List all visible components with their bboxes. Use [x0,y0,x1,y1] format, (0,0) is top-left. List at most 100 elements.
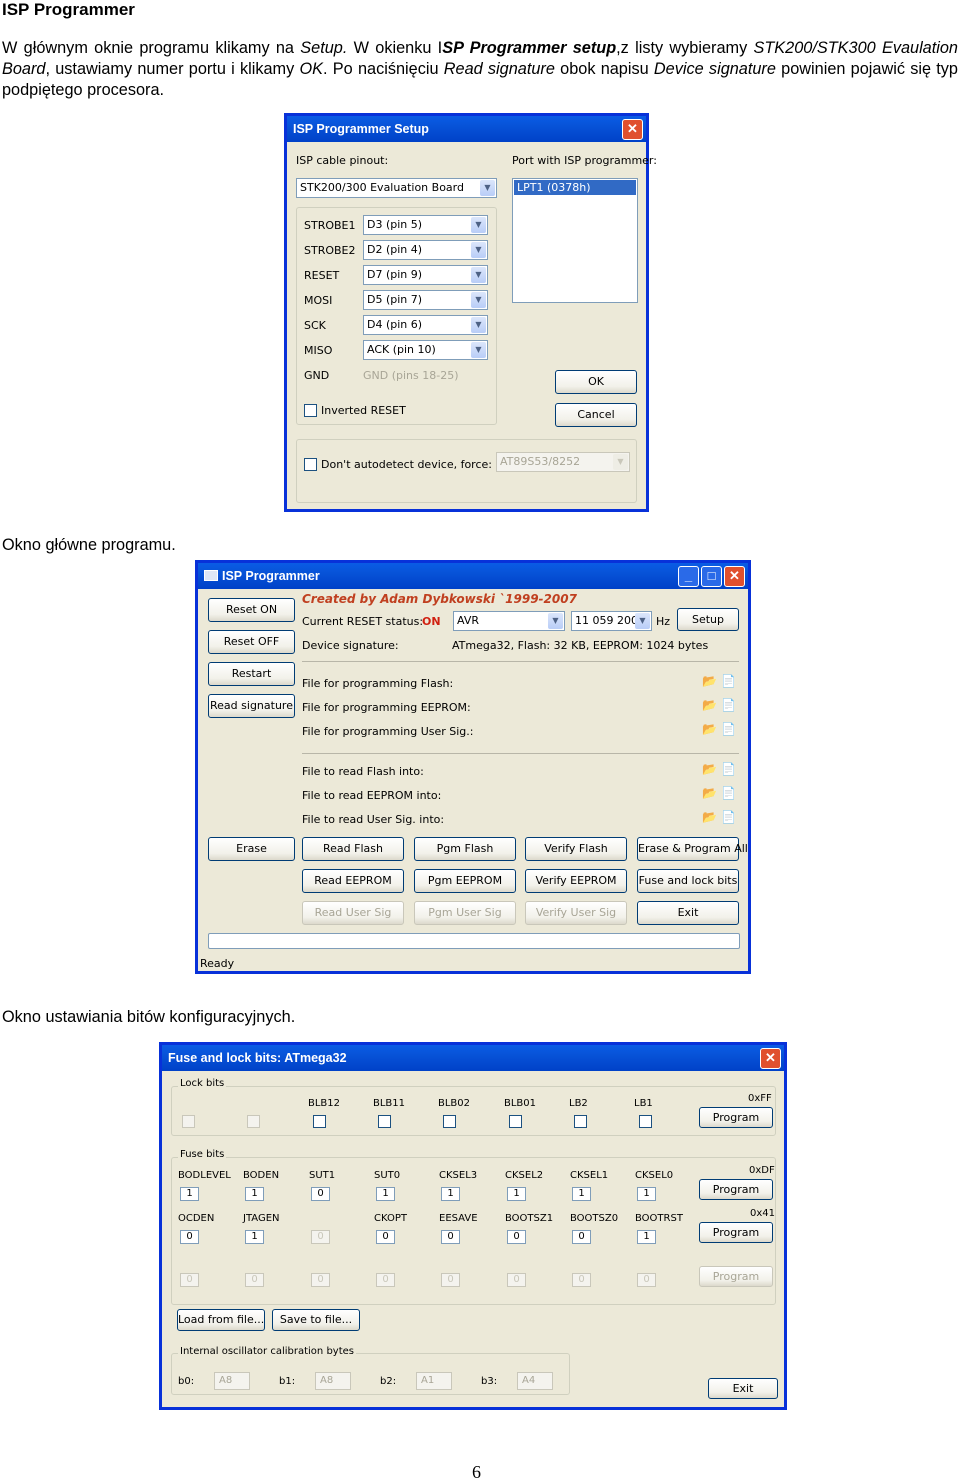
force-device-checkbox[interactable] [304,458,317,471]
action-button[interactable]: Read Flash [302,837,404,861]
folder-open-icon[interactable]: 📂 [702,786,721,800]
lock-bit-checkbox[interactable] [313,1115,326,1128]
fuse-bit-value[interactable]: 1 [572,1187,591,1201]
file-icon[interactable]: 📄 [721,722,740,736]
minimize-icon[interactable]: _ [678,566,699,587]
close-icon[interactable]: ✕ [724,566,745,587]
port-list[interactable]: LPT1 (0378h) [512,178,638,303]
fuse-bit-name: EESAVE [439,1213,478,1224]
left-button-0[interactable]: Reset ON [208,598,295,622]
left-button-2[interactable]: Restart [208,662,295,686]
force-device-select[interactable]: AT89S53/8252 ▼ [496,452,630,472]
fuse-row1-program-button[interactable]: Program [699,1179,773,1200]
fuse-bit-value[interactable]: 0 [572,1273,591,1287]
cancel-button[interactable]: Cancel [555,403,637,427]
fuse-bit-value[interactable]: 1 [637,1187,656,1201]
fuse-bit-value[interactable]: 1 [376,1187,395,1201]
action-button[interactable]: Fuse and lock bits [637,869,739,893]
fuse-bit-value[interactable]: 0 [507,1273,526,1287]
file-icon[interactable]: 📄 [721,762,740,776]
folder-open-icon[interactable]: 📂 [702,810,721,824]
fuse-row2-program-button[interactable]: Program [699,1222,773,1243]
lock-bit-checkbox[interactable] [247,1115,260,1128]
action-button[interactable]: Pgm Flash [414,837,516,861]
fuse-bit-value[interactable]: 0 [441,1273,460,1287]
file-icon[interactable]: 📄 [721,698,740,712]
fuse-bit-value[interactable]: 0 [376,1230,395,1244]
erase-button[interactable]: Erase [208,837,295,861]
file-icon[interactable]: 📄 [721,786,740,800]
lock-bit-checkbox[interactable] [509,1115,522,1128]
action-button[interactable]: Read User Sig [302,901,404,925]
setup-button[interactable]: Setup [677,608,739,631]
action-button[interactable]: Pgm User Sig [414,901,516,925]
action-button[interactable]: Erase & Program All [637,837,748,861]
family-value: AVR [457,614,479,627]
app-icon [204,570,218,581]
cable-pinout-select[interactable]: STK200/300 Evaluation Board ▼ [296,178,497,198]
port-list-item[interactable]: LPT1 (0378h) [514,180,636,195]
osc-byte-label: b0: [178,1376,195,1387]
osc-byte-field[interactable]: A1 [416,1372,452,1390]
lock-bit-checkbox[interactable] [574,1115,587,1128]
frequency-select[interactable]: 11 059 200 ▼ [571,611,652,631]
fuse-bit-value[interactable]: 1 [245,1187,264,1201]
left-button-1[interactable]: Reset OFF [208,630,295,654]
action-button[interactable]: Verify Flash [525,837,627,861]
fuse-bit-value[interactable]: 1 [637,1230,656,1244]
fuse-bit-name: CKOPT [374,1213,408,1224]
maximize-icon[interactable]: □ [701,566,722,587]
pin-select-sck[interactable]: D4 (pin 6) ▼ [363,315,488,335]
osc-byte-field[interactable]: A4 [517,1372,553,1390]
fuse-bit-value[interactable]: 0 [311,1230,330,1244]
lock-bit-checkbox[interactable] [378,1115,391,1128]
action-button[interactable]: Verify EEPROM [525,869,627,893]
lock-program-button[interactable]: Program [699,1107,773,1128]
pin-select-reset[interactable]: D7 (pin 9) ▼ [363,265,488,285]
inverted-reset-checkbox[interactable] [304,404,317,417]
fuse-bit-value[interactable]: 0 [441,1230,460,1244]
lock-bit-checkbox[interactable] [639,1115,652,1128]
folder-open-icon[interactable]: 📂 [702,722,721,736]
fuse-bit-value[interactable]: 0 [572,1230,591,1244]
folder-open-icon[interactable]: 📂 [702,674,721,688]
fuse-bit-value[interactable]: 0 [245,1273,264,1287]
file-icon[interactable]: 📄 [721,674,740,688]
fuse-exit-button[interactable]: Exit [708,1378,778,1399]
close-icon[interactable]: ✕ [622,119,643,140]
fuse-bit-value[interactable]: 1 [180,1187,199,1201]
fuse-bit-value[interactable]: 1 [245,1230,264,1244]
fuse-bit-value[interactable]: 1 [507,1187,526,1201]
fuse-bit-value[interactable]: 0 [507,1230,526,1244]
load-from-file-button[interactable]: Load from file... [177,1309,265,1331]
fuse-bit-value[interactable]: 0 [637,1273,656,1287]
close-icon[interactable]: ✕ [760,1048,781,1069]
pin-select-strobe2[interactable]: D2 (pin 4) ▼ [363,240,488,260]
fuse-row3-program-button[interactable]: Program [699,1266,773,1287]
pin-select-strobe1[interactable]: D3 (pin 5) ▼ [363,215,488,235]
action-button[interactable]: Pgm EEPROM [414,869,516,893]
fuse-bit-value[interactable]: 0 [180,1230,199,1244]
folder-open-icon[interactable]: 📂 [702,762,721,776]
pin-select-miso[interactable]: ACK (pin 10) ▼ [363,340,488,360]
file-icon[interactable]: 📄 [721,810,740,824]
folder-open-icon[interactable]: 📂 [702,698,721,712]
pin-select-mosi[interactable]: D5 (pin 7) ▼ [363,290,488,310]
lock-bit-checkbox[interactable] [443,1115,456,1128]
pin-value: D2 (pin 4) [367,243,423,256]
action-button[interactable]: Verify User Sig [525,901,627,925]
fuse-bit-value[interactable]: 0 [180,1273,199,1287]
osc-byte-field[interactable]: A8 [214,1372,250,1390]
family-select[interactable]: AVR ▼ [453,611,565,631]
osc-byte-field[interactable]: A8 [315,1372,351,1390]
left-button-3[interactable]: Read signature [208,694,295,718]
exit-button[interactable]: Exit [637,901,739,925]
save-to-file-button[interactable]: Save to file... [272,1309,360,1331]
fuse-bit-value[interactable]: 0 [311,1187,330,1201]
fuse-bit-value[interactable]: 1 [441,1187,460,1201]
ok-button[interactable]: OK [555,370,637,394]
fuse-bit-value[interactable]: 0 [311,1273,330,1287]
lock-bit-checkbox[interactable] [182,1115,195,1128]
fuse-bit-value[interactable]: 0 [376,1273,395,1287]
action-button[interactable]: Read EEPROM [302,869,404,893]
